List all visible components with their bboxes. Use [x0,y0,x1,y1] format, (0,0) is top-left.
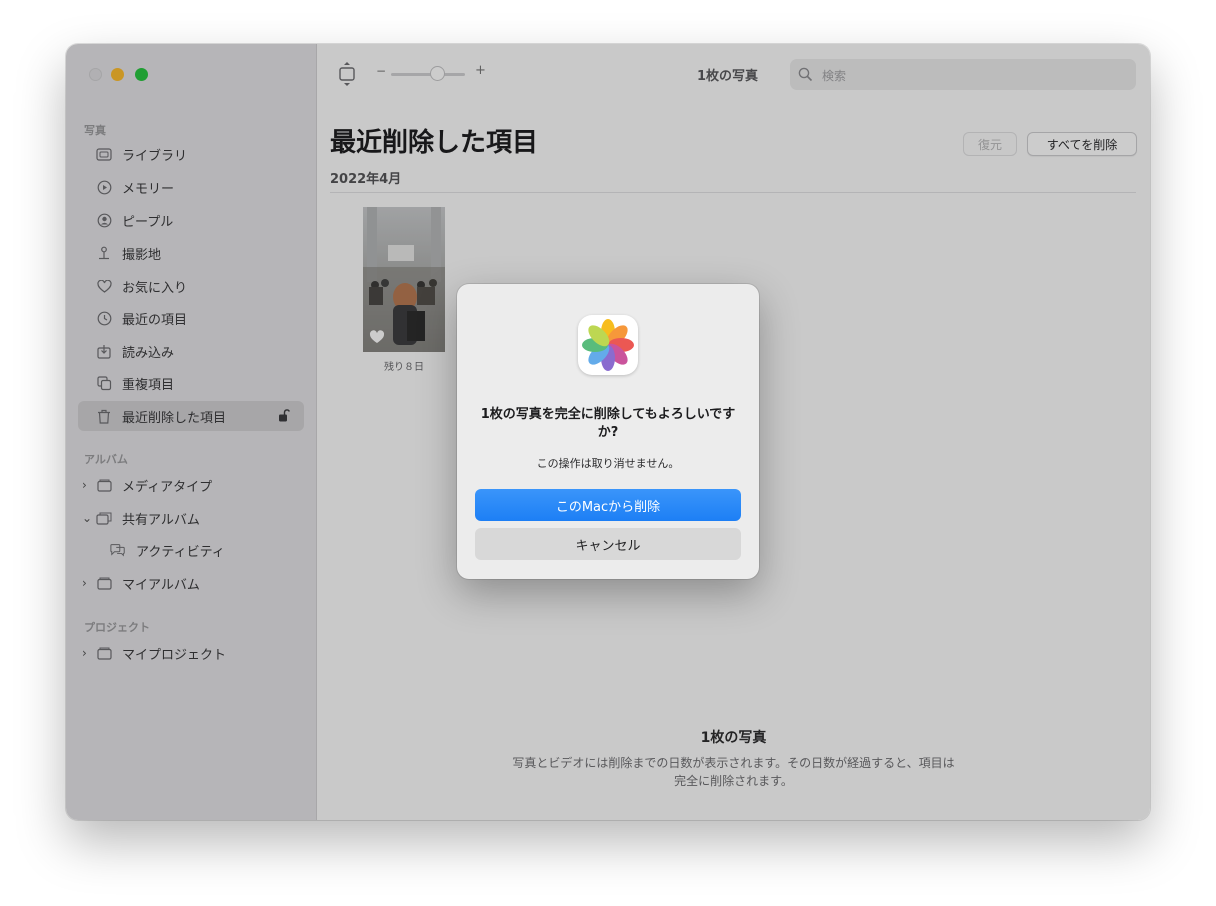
dialog-title: 1枚の写真を完全に削除してもよろしいですか? [480,407,736,440]
cancel-button[interactable]: キャンセル [475,528,741,560]
delete-from-mac-button[interactable]: このMacから削除 [475,489,741,521]
photos-app-icon [578,315,638,375]
dialog-message: この操作は取り消せません。 [536,457,680,470]
confirm-delete-dialog: 1枚の写真を完全に削除してもよろしいですか? この操作は取り消せません。 このM… [457,284,759,579]
